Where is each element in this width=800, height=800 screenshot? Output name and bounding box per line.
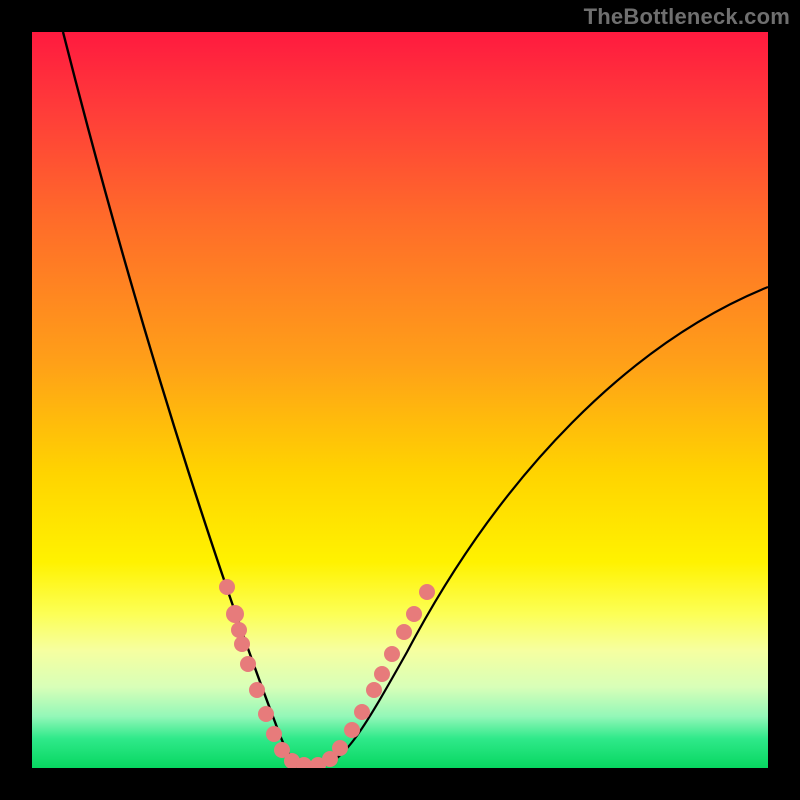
- data-marker: [240, 656, 256, 672]
- chart-frame: TheBottleneck.com: [0, 0, 800, 800]
- data-marker: [419, 584, 435, 600]
- data-marker: [219, 579, 235, 595]
- data-marker: [332, 740, 348, 756]
- data-marker: [344, 722, 360, 738]
- data-marker: [354, 704, 370, 720]
- data-marker: [366, 682, 382, 698]
- curve-right: [314, 287, 768, 767]
- data-marker: [249, 682, 265, 698]
- data-marker: [234, 636, 250, 652]
- data-marker: [258, 706, 274, 722]
- chart-svg: [32, 32, 768, 768]
- data-marker: [406, 606, 422, 622]
- data-marker: [396, 624, 412, 640]
- marker-group: [219, 579, 435, 768]
- data-marker: [384, 646, 400, 662]
- data-marker: [231, 622, 247, 638]
- data-marker: [226, 605, 244, 623]
- watermark-text: TheBottleneck.com: [584, 4, 790, 30]
- curve-left: [63, 32, 314, 767]
- data-marker: [374, 666, 390, 682]
- data-marker: [266, 726, 282, 742]
- plot-area: [32, 32, 768, 768]
